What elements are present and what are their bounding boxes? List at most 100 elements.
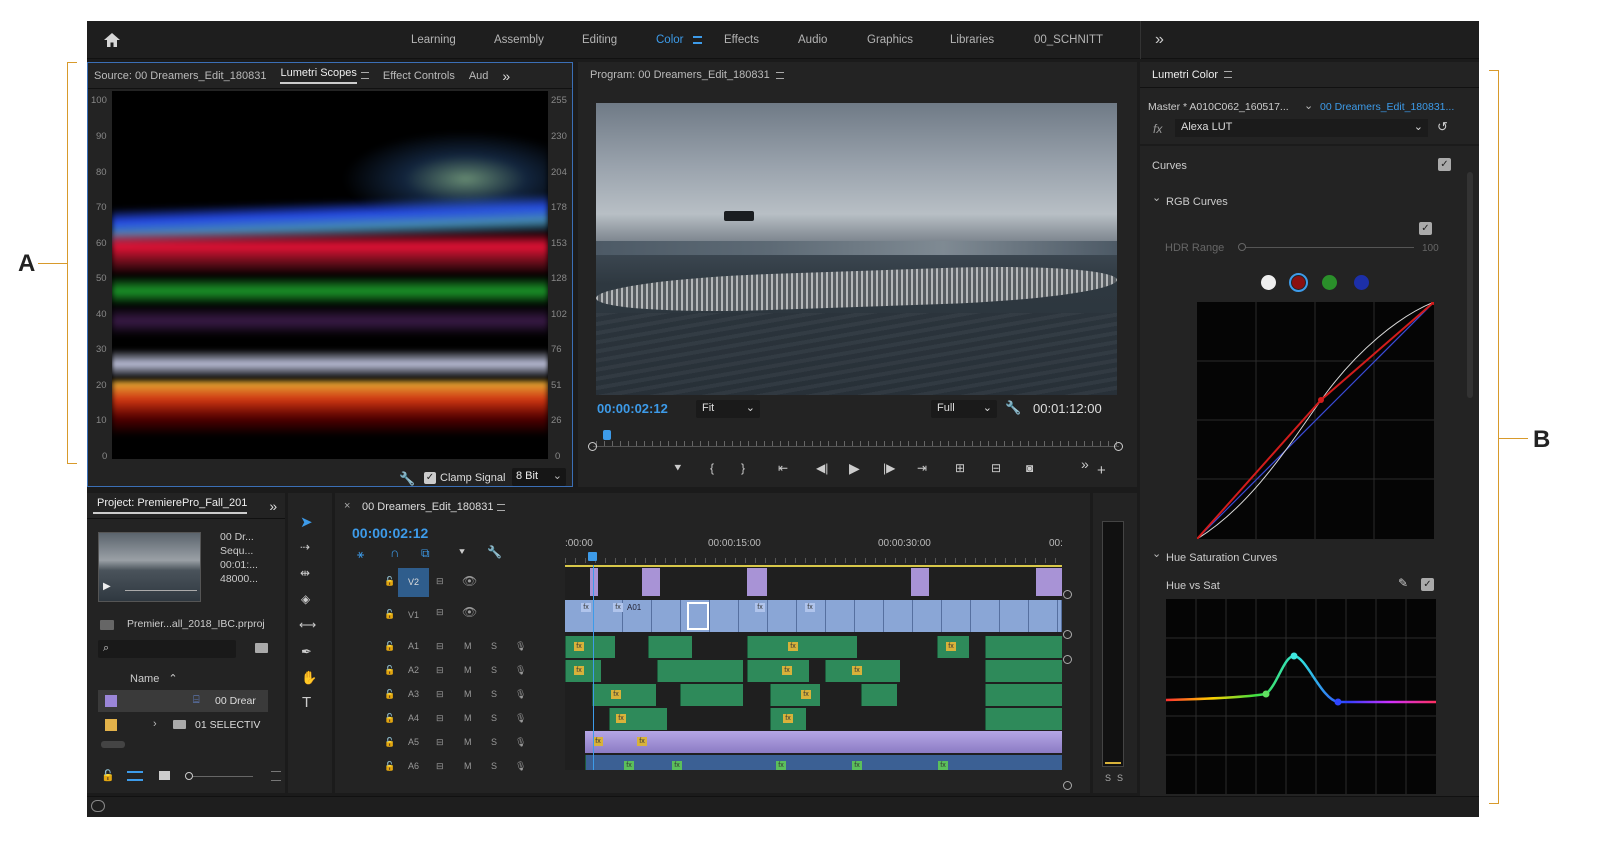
sync-lock-icon[interactable]: ⊟ — [436, 576, 444, 587]
track-label[interactable]: A6 — [408, 761, 419, 771]
solo-left-button[interactable]: S — [1105, 773, 1111, 783]
creative-cloud-icon[interactable] — [91, 800, 105, 812]
clip-v1[interactable]: fx fx A01 fx fx — [565, 600, 1062, 632]
eyedropper-icon[interactable]: ✎ — [1398, 576, 1408, 590]
clip-a2[interactable]: fx — [747, 660, 809, 682]
track-a6[interactable]: 🔓 A6 ⊟ M S 🎙 — [335, 756, 565, 778]
lumetri-scrollbar[interactable] — [1467, 172, 1473, 398]
timeline-scroll-handle-a1[interactable] — [1063, 655, 1072, 664]
mute-button[interactable]: M — [464, 737, 472, 747]
timeline-scroll-handle-v1[interactable] — [1063, 630, 1072, 639]
selection-tool[interactable]: ➤ — [300, 513, 313, 531]
lock-icon[interactable]: 🔓 — [384, 665, 395, 676]
pen-tool[interactable]: ✒ — [301, 644, 312, 660]
clip-a1[interactable]: fx — [565, 636, 615, 658]
scroll-handle-right[interactable] — [1114, 442, 1123, 451]
channel-white-swatch[interactable] — [1261, 275, 1276, 290]
solo-button[interactable]: S — [491, 641, 497, 651]
project-title[interactable]: Project: PremierePro_Fall_201 — [93, 497, 248, 514]
thumbnail-scrub-bar[interactable] — [125, 590, 197, 591]
project-row-sequence[interactable]: ⌸ 00 Drear — [98, 690, 268, 712]
workspace-color[interactable]: Color — [656, 21, 683, 59]
timeline-timecode[interactable]: 00:00:02:12 — [352, 525, 428, 541]
clip-v2[interactable] — [747, 568, 767, 596]
workspace-00-schnitt[interactable]: 00_SCHNITT — [1034, 21, 1103, 59]
clip-a2[interactable] — [985, 660, 1062, 682]
fx-icon[interactable]: fx — [1153, 122, 1162, 136]
sync-lock-icon[interactable]: ⊟ — [436, 689, 444, 700]
extract-button[interactable]: ⊟ — [991, 461, 1001, 475]
lock-icon[interactable]: 🔓 — [384, 689, 395, 700]
workspace-effects[interactable]: Effects — [724, 21, 759, 59]
hue-vs-sat-enable-checkbox[interactable]: ✓ — [1421, 578, 1434, 591]
clip-v2[interactable] — [911, 568, 929, 596]
track-a4[interactable]: 🔓 A4 ⊟ M S 🎙 — [335, 708, 565, 730]
wrench-icon[interactable]: 🔧 — [399, 471, 415, 486]
add-marker-button[interactable]: ⯆ — [673, 461, 683, 476]
step-back-button[interactable]: ◀| — [816, 461, 828, 475]
lock-icon[interactable]: 🔓 — [384, 761, 395, 772]
tab-audio[interactable]: Aud — [469, 70, 489, 82]
track-label[interactable]: A1 — [408, 641, 419, 651]
mute-button[interactable]: M — [464, 713, 472, 723]
panel-overflow-button[interactable]: » — [269, 498, 277, 514]
lut-dropdown[interactable]: Alexa LUT ⌄ — [1175, 119, 1428, 137]
solo-button[interactable]: S — [491, 737, 497, 747]
playhead-timecode[interactable]: 00:00:02:12 — [597, 401, 668, 416]
track-label-v1[interactable]: V1 — [408, 610, 419, 620]
lock-icon[interactable]: 🔓 — [384, 576, 395, 587]
microphone-icon[interactable]: 🎙 — [515, 737, 526, 748]
lock-icon[interactable]: 🔓 — [384, 737, 395, 748]
lock-icon[interactable]: 🔓 — [384, 641, 395, 652]
clip-a1[interactable]: fx — [937, 636, 969, 658]
sync-lock-icon[interactable]: ⊟ — [436, 607, 444, 618]
camera-icon[interactable]: ◙ — [1026, 461, 1033, 475]
eye-icon[interactable]: 👁 — [462, 605, 477, 619]
clip-a2[interactable]: fx — [565, 660, 601, 682]
razor-tool[interactable]: ◈ — [301, 592, 310, 606]
track-a1[interactable]: 🔓 A1 ⊟ M S 🎙 — [335, 636, 565, 658]
microphone-icon[interactable]: 🎙 — [515, 761, 526, 772]
clip-a3[interactable] — [680, 684, 743, 706]
clip-a3[interactable]: fx — [592, 684, 656, 706]
chevron-down-icon[interactable]: ⌄ — [1304, 99, 1313, 112]
solo-button[interactable]: S — [491, 665, 497, 675]
playback-resolution-dropdown[interactable]: Full ⌄ — [931, 400, 997, 418]
mute-button[interactable]: M — [464, 761, 472, 771]
workspace-graphics[interactable]: Graphics — [867, 21, 913, 59]
master-clip-label[interactable]: Master * A010C062_160517... — [1148, 101, 1289, 113]
play-icon[interactable]: ▶ — [103, 581, 111, 592]
clip-a3[interactable] — [861, 684, 897, 706]
solo-button[interactable]: S — [491, 713, 497, 723]
track-label[interactable]: A4 — [408, 713, 419, 723]
clip-v2[interactable] — [590, 568, 598, 596]
workspace-overflow-button[interactable]: » — [1155, 21, 1164, 59]
clip-v2[interactable] — [1036, 568, 1062, 596]
go-to-in-button[interactable]: ⇤ — [778, 461, 788, 475]
eye-icon[interactable]: 👁 — [462, 574, 477, 588]
tab-source[interactable]: Source: 00 Dreamers_Edit_180831 — [94, 70, 266, 82]
program-time-ruler[interactable] — [596, 426, 1117, 446]
workspace-editing[interactable]: Editing — [582, 21, 617, 59]
channel-red-swatch[interactable] — [1289, 273, 1308, 292]
clip-a1[interactable] — [648, 636, 692, 658]
mute-button[interactable]: M — [464, 689, 472, 699]
hue-saturation-curves-label[interactable]: Hue Saturation Curves — [1166, 552, 1277, 564]
mute-button[interactable]: M — [464, 665, 472, 675]
hue-vs-sat-graph[interactable] — [1165, 599, 1436, 794]
playhead-line[interactable] — [593, 565, 594, 770]
clip-a2[interactable]: fx — [825, 660, 900, 682]
curves-enable-checkbox[interactable]: ✓ — [1438, 158, 1451, 171]
curves-section-label[interactable]: Curves — [1152, 160, 1187, 172]
type-tool[interactable]: T — [302, 694, 311, 711]
hamburger-icon[interactable] — [693, 36, 702, 44]
track-content[interactable]: fx fx A01 fx fx fx fx fx fx fx fx fx fx … — [565, 565, 1062, 770]
close-icon[interactable]: × — [344, 500, 350, 512]
mark-in-button[interactable]: { — [710, 461, 714, 475]
program-video-frame[interactable] — [596, 103, 1117, 395]
linked-selection-icon[interactable]: ⧉ — [421, 546, 430, 561]
hamburger-icon[interactable] — [775, 71, 784, 79]
hand-tool[interactable]: ✋ — [301, 670, 317, 686]
slider-thumb[interactable] — [185, 772, 193, 780]
track-a2[interactable]: 🔓 A2 ⊟ M S 🎙 — [335, 660, 565, 682]
